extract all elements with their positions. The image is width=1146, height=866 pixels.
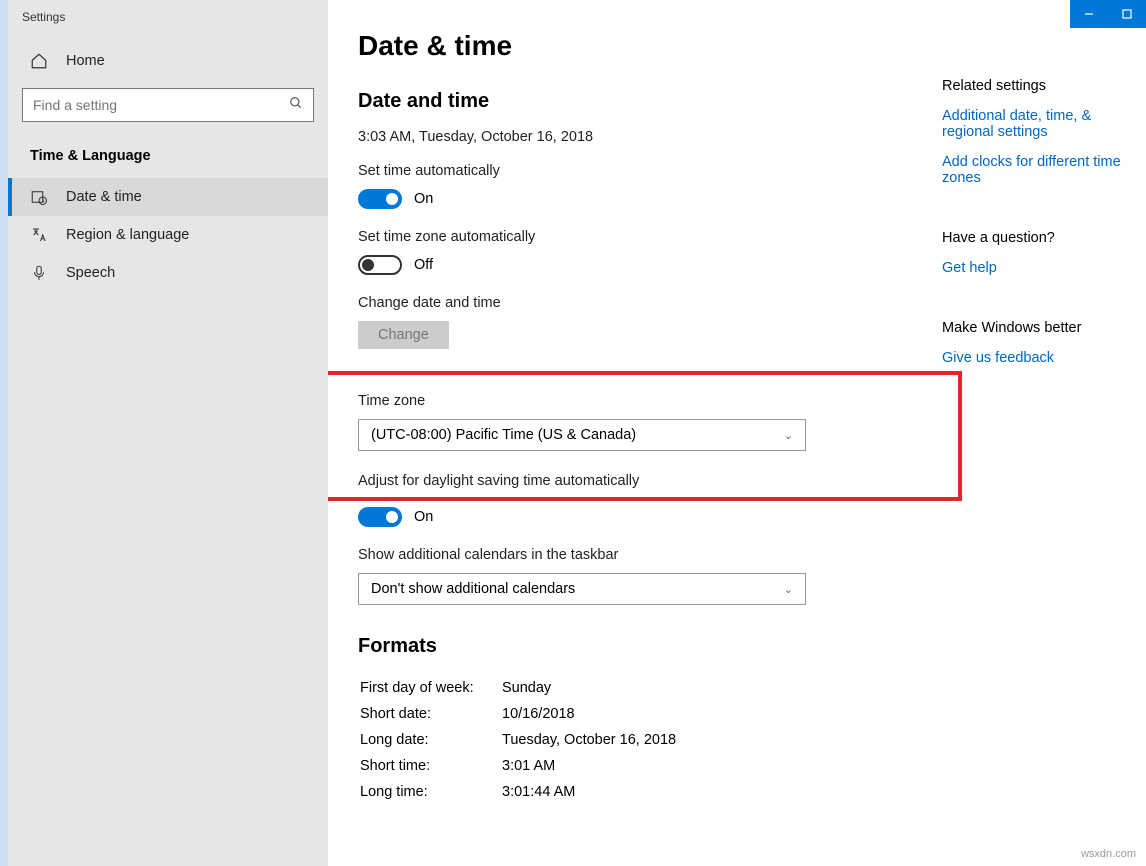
clock-calendar-icon — [30, 188, 48, 206]
home-label: Home — [66, 53, 105, 69]
table-row: Long date:Tuesday, October 16, 2018 — [360, 728, 900, 752]
window-title: Settings — [8, 8, 328, 42]
right-column: Related settings Additional date, time, … — [942, 30, 1146, 866]
sidebar-item-label: Speech — [66, 265, 115, 281]
dst-state: On — [414, 509, 433, 525]
page-title: Date & time — [358, 30, 902, 62]
table-row: Long time:3:01:44 AM — [360, 780, 900, 804]
home-nav[interactable]: Home — [8, 42, 328, 80]
timezone-label: Time zone — [358, 393, 928, 409]
section-heading: Time & Language — [8, 138, 328, 178]
table-row: Short date:10/16/2018 — [360, 702, 900, 726]
chevron-down-icon: ⌄ — [784, 583, 793, 596]
sidebar-item-speech[interactable]: Speech — [8, 254, 328, 292]
additional-calendars-label: Show additional calendars in the taskbar — [358, 547, 902, 563]
set-time-auto-state: On — [414, 191, 433, 207]
formats-heading: Formats — [358, 635, 902, 658]
search-box[interactable] — [22, 88, 314, 122]
section-date-time: Date and time — [358, 90, 902, 113]
link-get-help[interactable]: Get help — [942, 260, 1146, 276]
current-datetime: 3:03 AM, Tuesday, October 16, 2018 — [358, 129, 902, 145]
set-tz-auto-toggle[interactable] — [358, 255, 402, 275]
maximize-button[interactable] — [1108, 0, 1146, 28]
nav-list: Date & time Region & language Speech — [8, 178, 328, 292]
change-dt-label: Change date and time — [358, 295, 902, 311]
related-settings-heading: Related settings — [942, 78, 1146, 94]
window-controls — [1070, 0, 1146, 28]
better-heading: Make Windows better — [942, 320, 1146, 336]
set-tz-auto-label: Set time zone automatically — [358, 229, 902, 245]
search-icon — [289, 96, 303, 115]
chevron-down-icon: ⌄ — [784, 429, 793, 442]
additional-calendars-value: Don't show additional calendars — [371, 581, 575, 597]
language-icon — [30, 226, 48, 244]
link-additional-settings[interactable]: Additional date, time, & regional settin… — [942, 108, 1146, 140]
timezone-highlight: Time zone (UTC-08:00) Pacific Time (US &… — [328, 371, 962, 501]
watermark: wsxdn.com — [1081, 848, 1136, 860]
set-time-auto-label: Set time automatically — [358, 163, 902, 179]
microphone-icon — [30, 264, 48, 282]
table-row: Short time:3:01 AM — [360, 754, 900, 778]
main-content: Date & time Date and time 3:03 AM, Tuesd… — [328, 0, 1146, 866]
search-input[interactable] — [33, 97, 289, 113]
question-heading: Have a question? — [942, 230, 1146, 246]
minimize-button[interactable] — [1070, 0, 1108, 28]
set-tz-auto-state: Off — [414, 257, 433, 273]
change-button[interactable]: Change — [358, 321, 449, 349]
sidebar-item-label: Date & time — [66, 189, 142, 205]
sidebar: Settings Home Time & Language Date & tim… — [8, 0, 328, 866]
set-time-auto-toggle[interactable] — [358, 189, 402, 209]
link-feedback[interactable]: Give us feedback — [942, 350, 1146, 366]
sidebar-item-date-time[interactable]: Date & time — [8, 178, 328, 216]
table-row: First day of week:Sunday — [360, 676, 900, 700]
home-icon — [30, 52, 48, 70]
sidebar-item-region-language[interactable]: Region & language — [8, 216, 328, 254]
link-add-clocks[interactable]: Add clocks for different time zones — [942, 154, 1146, 186]
formats-table: First day of week:Sunday Short date:10/1… — [358, 674, 902, 806]
timezone-dropdown[interactable]: (UTC-08:00) Pacific Time (US & Canada) ⌄ — [358, 419, 806, 451]
dst-toggle[interactable] — [358, 507, 402, 527]
additional-calendars-dropdown[interactable]: Don't show additional calendars ⌄ — [358, 573, 806, 605]
timezone-value: (UTC-08:00) Pacific Time (US & Canada) — [371, 427, 636, 443]
window-left-edge — [0, 0, 8, 866]
dst-label: Adjust for daylight saving time automati… — [358, 473, 928, 489]
sidebar-item-label: Region & language — [66, 227, 189, 243]
